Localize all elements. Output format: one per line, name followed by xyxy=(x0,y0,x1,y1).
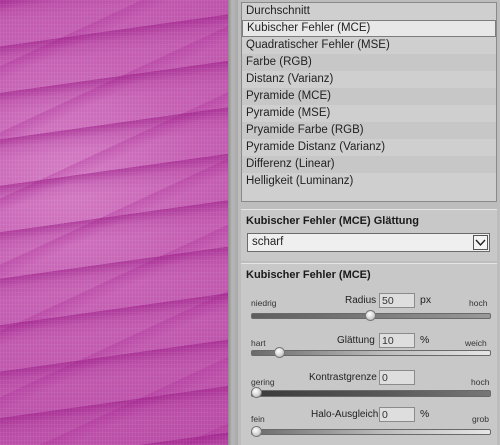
radius-input[interactable]: 50 xyxy=(379,293,415,308)
list-item[interactable]: Pyramide (MCE) xyxy=(242,88,496,105)
image-preview[interactable] xyxy=(0,0,228,445)
parameters-title: Kubischer Fehler (MCE) xyxy=(246,269,371,281)
smoothing-title: Kubischer Fehler (MCE) Glättung xyxy=(246,215,419,227)
list-item[interactable]: Helligkeit (Luminanz) xyxy=(242,173,496,190)
radius-max-label: hoch xyxy=(469,298,488,308)
parameters-section: Kubischer Fehler (MCE) niedrig Radius 50… xyxy=(241,263,497,445)
method-list[interactable]: Durchschnitt Kubischer Fehler (MCE) Quad… xyxy=(241,2,497,202)
halo-max-label: grob xyxy=(472,414,490,424)
list-item[interactable]: Pyramide (MSE) xyxy=(242,105,496,122)
image-texture xyxy=(0,0,228,445)
smoothing-row: hart Glättung 10 % weich xyxy=(241,329,497,369)
list-item[interactable]: Farbe (RGB) xyxy=(242,54,496,71)
contrast-slider-knob[interactable] xyxy=(251,387,262,398)
radius-label: Radius xyxy=(345,295,377,306)
smoothing-unit: % xyxy=(420,334,430,346)
list-item[interactable]: Differenz (Linear) xyxy=(242,156,496,173)
halo-unit: % xyxy=(420,408,430,420)
radius-unit: px xyxy=(420,294,432,306)
contrast-max-label: hoch xyxy=(471,377,490,387)
halo-label: Halo-Ausgleich xyxy=(311,409,379,420)
list-item-selected[interactable]: Kubischer Fehler (MCE) xyxy=(242,20,496,37)
contrast-label: Kontrastgrenze xyxy=(309,372,377,383)
smoothing-select[interactable]: scharf xyxy=(247,233,490,252)
smoothing-slider-track[interactable] xyxy=(251,350,491,356)
radius-slider-knob[interactable] xyxy=(364,310,376,321)
smoothing-section: Kubischer Fehler (MCE) Glättung scharf xyxy=(241,209,497,261)
list-item[interactable]: Quadratischer Fehler (MSE) xyxy=(242,37,496,54)
panel-divider[interactable] xyxy=(228,0,238,445)
smoothing-slider-knob[interactable] xyxy=(273,347,285,358)
halo-slider-knob[interactable] xyxy=(251,426,262,437)
chevron-down-icon[interactable] xyxy=(473,235,488,250)
contrast-min-label: gering xyxy=(251,377,275,387)
halo-row: fein Halo-Ausgleich 0 % grob xyxy=(241,402,497,442)
list-item[interactable]: Pryamide Farbe (RGB) xyxy=(242,122,496,139)
contrast-slider-track[interactable] xyxy=(251,390,491,397)
settings-panel: Durchschnitt Kubischer Fehler (MCE) Quad… xyxy=(238,0,500,445)
smoothing-input[interactable]: 10 xyxy=(379,333,415,348)
contrast-row: gering Kontrastgrenze 0 hoch xyxy=(241,366,497,406)
radius-row: niedrig Radius 50 px hoch xyxy=(241,289,497,329)
list-item[interactable]: Durchschnitt xyxy=(242,3,496,20)
smoothing-select-value: scharf xyxy=(252,236,284,248)
contrast-input[interactable]: 0 xyxy=(379,370,415,385)
smoothing-max-label: weich xyxy=(465,338,487,348)
halo-slider-track[interactable] xyxy=(251,429,491,435)
list-item[interactable]: Distanz (Varianz) xyxy=(242,71,496,88)
smoothing-min-label: hart xyxy=(251,338,266,348)
halo-min-label: fein xyxy=(251,414,265,424)
list-item[interactable]: Pyramide Distanz (Varianz) xyxy=(242,139,496,156)
smoothing-label: Glättung xyxy=(337,335,375,346)
radius-min-label: niedrig xyxy=(251,298,277,308)
halo-input[interactable]: 0 xyxy=(379,407,415,422)
